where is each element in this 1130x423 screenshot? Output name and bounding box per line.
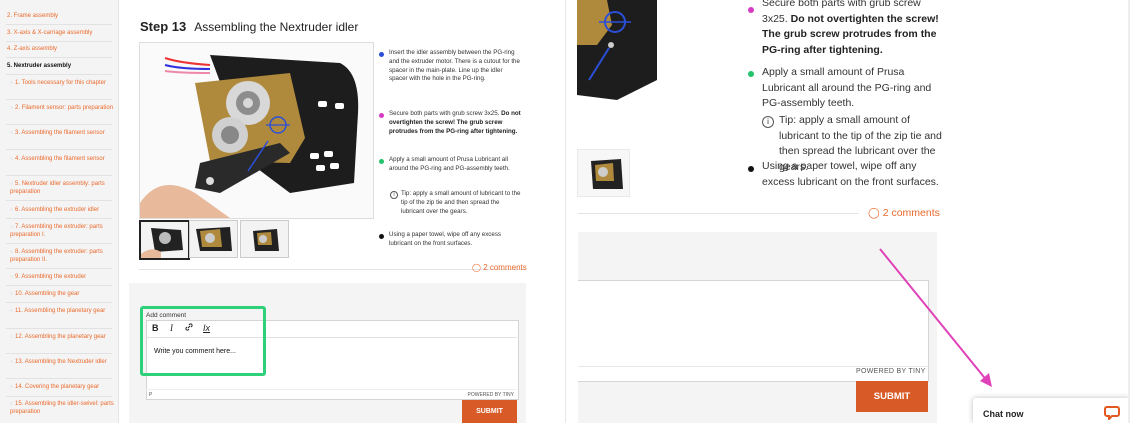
thumbnail-1[interactable]	[139, 220, 190, 260]
panel-divider	[565, 0, 566, 423]
bullet-magenta	[379, 113, 384, 118]
bullet-blue	[379, 52, 384, 57]
green-highlight-box	[140, 306, 266, 376]
divider-right	[578, 213, 859, 214]
step-number: Step 13	[140, 19, 187, 34]
comments-link[interactable]: ◯ 2 comments	[472, 263, 527, 272]
sidebar-step-6[interactable]: 6. Assembling the extruder idler	[10, 206, 114, 214]
instruction-2-right-warning: Do not overtighten the screw! The grub s…	[762, 12, 939, 56]
main-step-photo[interactable]	[139, 42, 374, 219]
step-heading: Step 13 Assembling the Nextruder idler	[140, 19, 358, 34]
bullet-black-right	[748, 166, 754, 172]
comment-bubble-icon: ◯	[472, 263, 481, 272]
sidebar-chapter-frame-assembly[interactable]: 2. Frame assembly	[7, 12, 115, 20]
zoomed-thumbnail[interactable]	[577, 149, 630, 197]
instruction-2-right: Secure both parts with grub screw 3x25. …	[762, 0, 946, 58]
sidebar-step-2[interactable]: 2. Filament sensor: parts preparation	[10, 104, 114, 112]
left-screenshot-panel: 2. Frame assembly 3. X-axis & X-carriage…	[0, 0, 563, 423]
sidebar-chapter-z-axis[interactable]: 4. Z-axis assembly	[7, 45, 115, 53]
sidebar-step-1[interactable]: 1. Tools necessary for this chapter	[10, 79, 114, 87]
chat-bubble-icon[interactable]	[1104, 404, 1120, 420]
instruction-2-plain: Secure both parts with grub screw 3x25.	[389, 110, 500, 117]
sidebar-chapter-nextruder[interactable]: 5. Nextruder assembly	[7, 62, 115, 70]
bullet-magenta-right	[748, 7, 754, 13]
sidebar-step-14[interactable]: 14. Covering the planetary gear	[10, 383, 114, 391]
sidebar-chapter-x-axis[interactable]: 3. X-axis & X-carriage assembly	[7, 29, 115, 37]
tip-text: Tip: apply a small amount of lubricant t…	[401, 190, 521, 215]
instruction-3: Apply a small amount of Prusa Lubricant …	[389, 156, 510, 172]
divider	[139, 269, 525, 270]
thumbnail-3[interactable]	[240, 220, 289, 258]
instruction-1: Insert the idler assembly between the PG…	[389, 49, 520, 83]
chat-now-label[interactable]: Chat now	[983, 409, 1024, 419]
bullet-black	[379, 234, 384, 239]
submit-button[interactable]: SUBMIT	[462, 400, 517, 423]
sidebar-step-11[interactable]: 11. Assembling the planetary gear	[10, 307, 114, 315]
sidebar-step-4[interactable]: 4. Assembling the filament sensor	[10, 155, 114, 163]
comments-link-right[interactable]: ◯ 2 comments	[868, 207, 940, 219]
powered-by-tiny[interactable]: POWERED BY TINY	[468, 392, 515, 398]
sidebar-step-8[interactable]: 8. Assembling the extruder: parts prepar…	[10, 248, 114, 264]
zoomed-photo-crop	[577, 0, 657, 100]
instruction-4: Using a paper towel, wipe off any excess…	[389, 231, 502, 247]
sidebar-step-5[interactable]: 5. Nextruder idler assembly: parts prepa…	[10, 180, 114, 196]
bullet-green	[379, 159, 384, 164]
pink-arrow-annotation	[879, 248, 992, 387]
sidebar-step-9[interactable]: 9. Assembling the extruder	[10, 273, 114, 281]
info-icon-right: i	[762, 116, 774, 128]
instruction-2: Secure both parts with grub screw 3x25. …	[389, 110, 524, 136]
instruction-3-right: Apply a small amount of Prusa Lubricant …	[762, 66, 932, 109]
sidebar-step-7[interactable]: 7. Assembling the extruder: parts prepar…	[10, 223, 114, 239]
bullet-green-right	[748, 71, 754, 77]
info-icon: i	[390, 191, 398, 199]
comments-link-right-label: 2 comments	[882, 207, 940, 219]
tip-block: i Tip: apply a small amount of lubricant…	[389, 190, 524, 216]
element-path: P	[149, 392, 153, 398]
thumbnail-2[interactable]	[189, 220, 238, 258]
comments-link-label: 2 comments	[483, 263, 527, 272]
chapter-sidebar: 2. Frame assembly 3. X-axis & X-carriage…	[0, 0, 119, 423]
instruction-4-right: Using a paper towel, wipe off any excess…	[762, 160, 939, 188]
sidebar-step-13[interactable]: 13. Assembling the Nextruder idler	[10, 358, 114, 366]
step-title: Assembling the Nextruder idler	[194, 20, 359, 34]
editor-statusbar: P POWERED BY TINY	[146, 389, 517, 399]
comment-bubble-icon-right: ◯	[868, 207, 880, 219]
sidebar-step-12[interactable]: 12. Assembling the planetary gear	[10, 333, 114, 341]
sidebar-step-3[interactable]: 3. Assembling the filament sensor	[10, 129, 114, 137]
sidebar-step-10[interactable]: 10. Assembling the gear	[10, 290, 114, 298]
sidebar-step-15[interactable]: 15. Assembling the idler-swivel: parts p…	[10, 400, 114, 416]
